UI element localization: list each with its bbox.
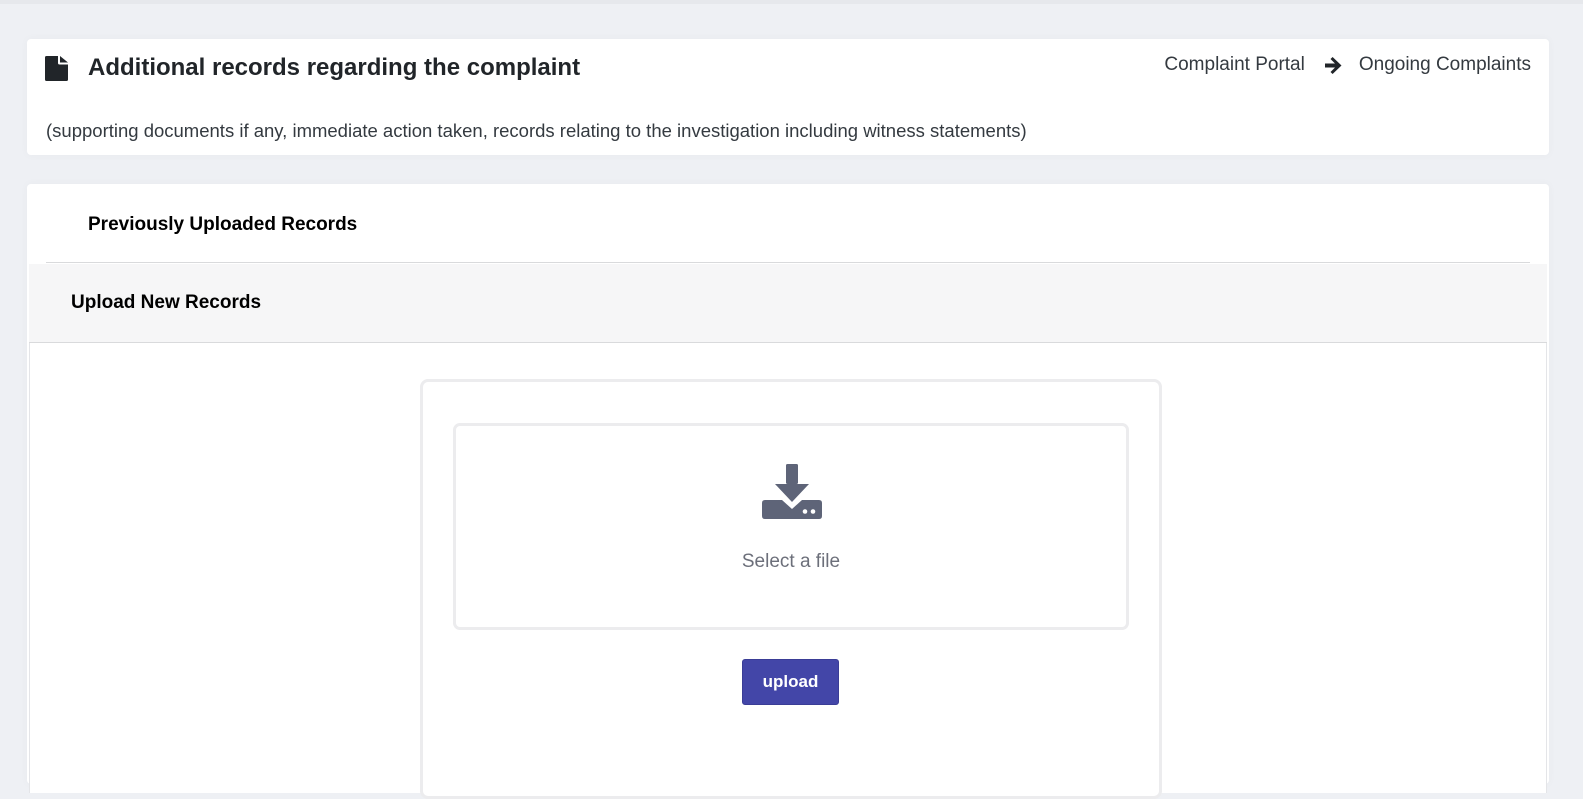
top-bar xyxy=(0,0,1583,4)
upload-section-body: Select a file upload xyxy=(29,343,1547,799)
page-title: Additional records regarding the complai… xyxy=(88,54,581,81)
breadcrumb: Complaint Portal Ongoing Complaints xyxy=(1164,54,1531,76)
upload-new-records-title: Upload New Records xyxy=(71,292,262,313)
file-icon xyxy=(45,56,68,81)
file-dropzone[interactable]: Select a file xyxy=(453,423,1129,630)
page-subtitle: (supporting documents if any, immediate … xyxy=(46,120,1027,141)
upload-section-header: Upload New Records xyxy=(29,264,1547,343)
records-card: Previously Uploaded Records Upload New R… xyxy=(27,184,1549,799)
download-icon xyxy=(762,464,822,519)
previously-uploaded-title: Previously Uploaded Records xyxy=(88,214,358,235)
section-divider xyxy=(46,262,1530,263)
breadcrumb-item-ongoing-complaints[interactable]: Ongoing Complaints xyxy=(1359,54,1531,76)
upload-button[interactable]: upload xyxy=(742,659,839,705)
arrow-right-icon xyxy=(1324,56,1342,74)
breadcrumb-item-complaint-portal[interactable]: Complaint Portal xyxy=(1164,54,1304,76)
upload-panel: Select a file upload xyxy=(420,379,1162,799)
page-header: Additional records regarding the complai… xyxy=(27,39,1549,155)
select-file-label: Select a file xyxy=(741,551,841,572)
